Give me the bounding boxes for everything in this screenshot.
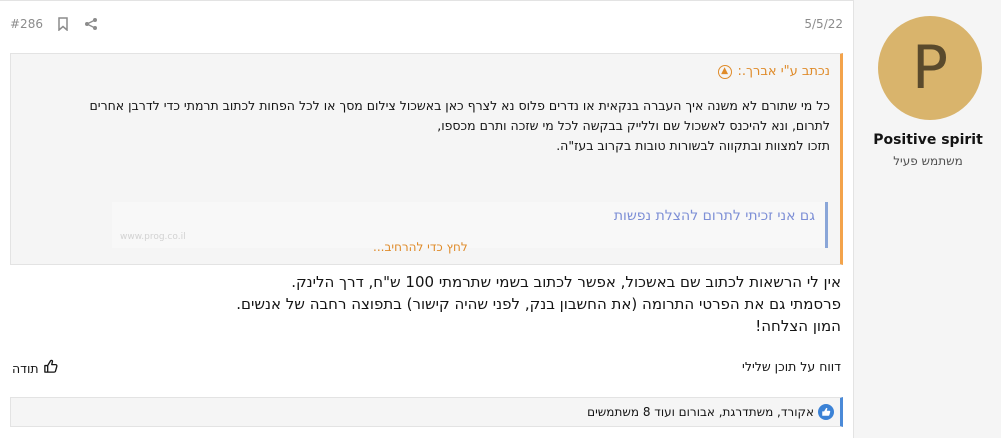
embed-title[interactable]: גם אני זכיתי לתרום להצלת נפשות <box>614 208 815 224</box>
quote-line: תזכו למצוות ובתקווה לבשורות טובות בקרוב … <box>556 138 830 153</box>
quote-text: כל מי שתורם לא משנה איך העברה בנקאית או … <box>18 96 831 156</box>
post-date[interactable]: 5/5/22 <box>804 17 843 31</box>
like-reaction-icon <box>818 404 834 420</box>
message-main: #286 5/5/22 נכתב ע"י אברך.: ▲ כל מי שתור… <box>0 0 853 438</box>
report-link[interactable]: דווח על תוכן שלילי <box>742 359 841 374</box>
quote-attribution[interactable]: נכתב ע"י אברך.: ▲ <box>717 64 830 79</box>
share-icon[interactable] <box>83 16 99 32</box>
link-embed[interactable]: גם אני זכיתי לתרום להצלת נפשות www.prog.… <box>112 202 828 248</box>
thumbs-up-icon <box>43 359 58 377</box>
body-line: אין לי הרשאות לכתוב שם באשכול, אפשר לכתו… <box>291 273 841 291</box>
embed-site-label: www.prog.co.il <box>120 232 186 242</box>
reactions-list[interactable]: אקורד, משתדרגת, אבורום ועוד 8 משתמשים <box>587 405 814 419</box>
message-body: אין לי הרשאות לכתוב שם באשכול, אפשר לכתו… <box>21 271 841 337</box>
avatar[interactable]: P <box>878 16 982 120</box>
username[interactable]: Positive spirit <box>854 132 1001 148</box>
body-line: פרסמתי גם את הפרטי התרומה (את החשבון בנק… <box>236 295 841 313</box>
like-button[interactable]: תודה <box>12 359 58 377</box>
quote-author: נכתב ע"י אברך.: <box>737 64 830 79</box>
quote-line: כל מי שתורם לא משנה איך העברה בנקאית או … <box>89 98 831 113</box>
bookmark-icon[interactable] <box>55 16 71 32</box>
like-label: תודה <box>12 360 39 376</box>
arrow-up-icon[interactable]: ▲ <box>717 64 732 79</box>
post-number-link[interactable]: #286 <box>10 17 43 31</box>
user-title: משתמש פעיל <box>893 154 963 168</box>
quote-line: לתרום, ונא להיכנס לאשכול שם וללייק בבקשה… <box>437 118 830 133</box>
expand-link[interactable]: לחץ כדי להרחיב... <box>373 240 468 254</box>
user-sidebar: P Positive spirit משתמש פעיל <box>853 0 1001 438</box>
body-line: המון הצלחה! <box>755 317 841 335</box>
reactions-bar[interactable]: אקורד, משתדרגת, אבורום ועוד 8 משתמשים <box>10 397 843 427</box>
post-header: #286 5/5/22 <box>0 1 853 47</box>
quote-block: נכתב ע"י אברך.: ▲ כל מי שתורם לא משנה אי… <box>10 53 843 265</box>
